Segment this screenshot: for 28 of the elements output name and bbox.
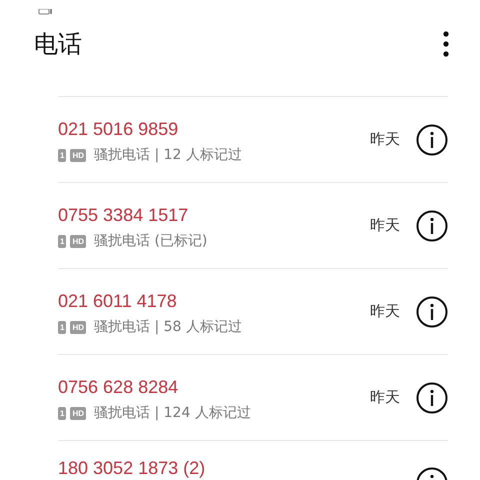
hd-badge: HD	[70, 320, 86, 334]
call-label: 骚扰电话 | 12 人标记过	[94, 146, 242, 164]
call-time: 昨天	[370, 302, 400, 321]
call-label: 骚扰电话 | 124 人标记过	[94, 404, 251, 422]
call-time: 昨天	[370, 130, 400, 149]
phone-number: 0755 3384 1517	[58, 205, 190, 226]
phone-number: 021 5016 9859	[58, 119, 180, 140]
phone-number: 021 6011 4178	[58, 291, 178, 312]
call-time: 昨天	[370, 388, 400, 407]
call-label: 骚扰电话 | 58 人标记过	[94, 318, 242, 336]
call-time: 昨天	[370, 216, 400, 235]
hd-badge: HD	[70, 148, 86, 162]
info-icon[interactable]	[416, 124, 448, 156]
sim-badge: 1	[58, 320, 66, 334]
sim-badge: 1	[58, 148, 66, 162]
call-label: 骚扰电话 (已标记)	[94, 232, 208, 250]
status-icon	[38, 9, 54, 15]
hd-badge: HD	[70, 406, 86, 420]
sim-badge: 1	[58, 406, 66, 420]
page-title: 电话	[34, 29, 82, 60]
more-menu-icon[interactable]	[442, 30, 450, 58]
info-icon[interactable]	[416, 210, 448, 242]
sim-badge: 1	[58, 234, 66, 248]
hd-badge: HD	[70, 234, 86, 248]
phone-number: 180 3052 1873 (2)	[58, 458, 206, 479]
info-icon[interactable]	[416, 382, 448, 414]
phone-number: 0756 628 8284	[58, 377, 180, 398]
info-icon[interactable]	[416, 296, 448, 328]
